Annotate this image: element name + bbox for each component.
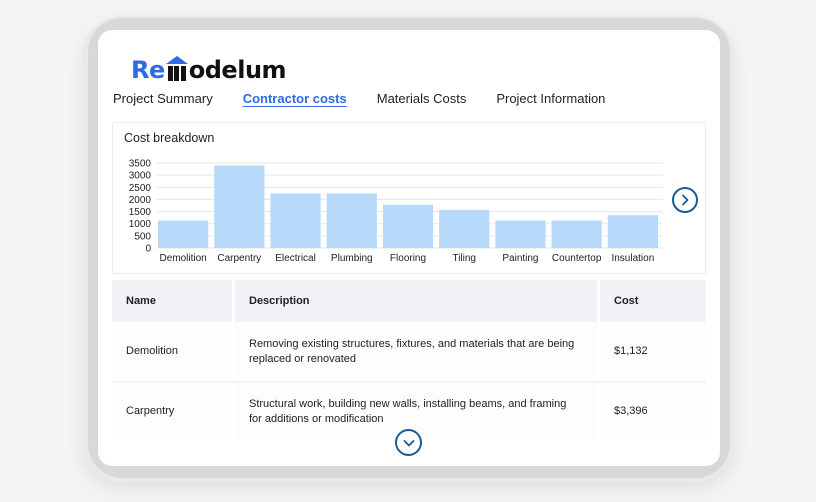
y-tick-label: 3000: [129, 171, 152, 182]
cost-breakdown-card: Cost breakdown 0 500 1000 1500 2000 2500 3000 3…: [112, 122, 706, 274]
tab-materials-costs[interactable]: Materials Costs: [377, 91, 467, 106]
tab-project-information[interactable]: Project Information: [496, 91, 605, 106]
x-tick-label: Flooring: [390, 253, 426, 264]
remodelum-logo: Re odelum: [131, 48, 287, 84]
scroll-down-button[interactable]: [395, 429, 422, 456]
main-tabs: Project Summary Contractor costs Materia…: [113, 91, 635, 106]
x-tick-label: Electrical: [275, 253, 316, 264]
house-icon: [165, 56, 188, 82]
y-tick-label: 0: [145, 244, 151, 255]
bar-demolition[interactable]: [158, 220, 209, 248]
bar-plumbing[interactable]: [326, 193, 377, 248]
tab-contractor-costs[interactable]: Contractor costs: [243, 91, 347, 106]
bar-tiling[interactable]: [439, 209, 490, 248]
x-tick-label: Carpentry: [217, 253, 261, 264]
header-description: Description: [232, 280, 597, 322]
x-tick-label: Insulation: [611, 253, 654, 264]
row-cost: $3,396: [597, 383, 706, 440]
x-tick-label: Painting: [502, 253, 538, 264]
table-row[interactable]: Demolition Removing existing structures,…: [112, 322, 706, 381]
row-description: Removing existing structures, fixtures, …: [232, 322, 597, 381]
chevron-right-icon: [682, 194, 689, 206]
x-tick-label: Plumbing: [331, 253, 373, 264]
header-name: Name: [126, 295, 156, 307]
x-tick-label: Tiling: [452, 253, 476, 264]
cost-breakdown-chart: 0 500100015002000250030003500 Demolition Ca…: [129, 159, 663, 264]
table-header: Name Description Cost: [112, 280, 706, 322]
app-screen: Re odelum Project Summary Contractor cos…: [98, 30, 720, 466]
x-tick-label: Countertop: [552, 253, 602, 264]
row-cost: $1,132: [597, 322, 706, 381]
logo-text-rest: odelum: [188, 56, 287, 84]
bar-flooring[interactable]: [382, 204, 434, 248]
y-tick-label: 2000: [129, 195, 152, 206]
row-name: Demolition: [126, 345, 178, 358]
y-tick-label: 1000: [129, 219, 152, 230]
bar-insulation[interactable]: [607, 215, 658, 248]
cost-table: Name Description Cost Demolition Removin…: [112, 280, 706, 440]
header-cost: Cost: [597, 280, 706, 322]
y-tick-label: 2500: [129, 183, 152, 194]
chart-next-button[interactable]: [672, 187, 698, 213]
tab-project-summary[interactable]: Project Summary: [113, 91, 213, 106]
x-tick-label: Demolition: [159, 253, 206, 264]
bar-countertop[interactable]: [551, 220, 602, 248]
bar-painting[interactable]: [495, 220, 546, 248]
y-tick-label: 1500: [129, 207, 152, 218]
bar-carpentry[interactable]: [214, 165, 265, 248]
chevron-down-icon: [403, 439, 414, 446]
y-tick-label: 500: [134, 231, 151, 242]
bar-electrical[interactable]: [270, 193, 321, 248]
y-tick-label: 3500: [129, 159, 152, 170]
row-name: Carpentry: [126, 405, 175, 418]
logo-text-re: Re: [131, 56, 165, 84]
